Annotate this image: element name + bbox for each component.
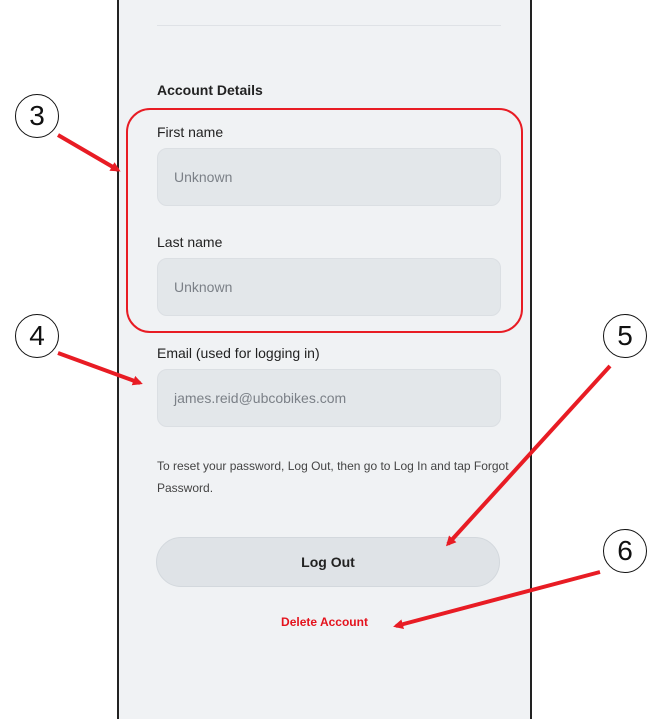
callout-6: 6	[603, 529, 647, 573]
annotation-arrows	[56, 133, 612, 630]
callout-5: 5	[603, 314, 647, 358]
callout-4: 4	[15, 314, 59, 358]
arrow-4	[57, 351, 143, 386]
arrow-6	[393, 570, 601, 630]
arrow-5	[445, 364, 612, 547]
callout-3: 3	[15, 94, 59, 138]
arrow-3	[56, 133, 121, 172]
